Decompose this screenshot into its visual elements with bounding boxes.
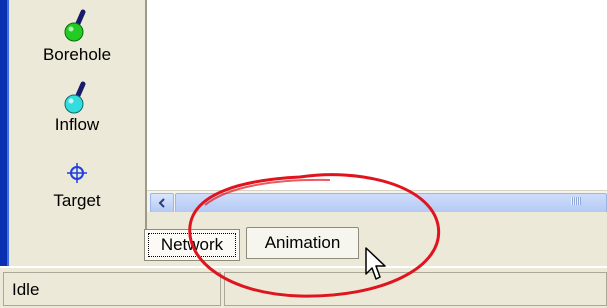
target-crosshair-icon [67,163,87,183]
inflow-pin-icon [64,81,86,114]
selection-edge [0,0,7,266]
palette-item-inflow[interactable]: Inflow [9,78,145,135]
tab-label: Network [160,235,224,254]
borehole-pin-icon [64,9,86,42]
tab-animation[interactable]: Animation [246,227,359,259]
status-panel-main: Idle [3,272,221,306]
network-canvas[interactable] [147,0,607,190]
tab-label: Animation [264,233,341,252]
chevron-left-icon [158,198,165,208]
status-text: Idle [12,280,40,299]
palette-item-label: Inflow [54,115,100,134]
scroll-left-button[interactable] [150,193,174,213]
tab-network[interactable]: Network [144,229,240,261]
palette-item-label: Target [53,191,101,210]
object-palette: Borehole Inflow Target [9,0,145,266]
palette-item-target[interactable]: Target [9,162,145,211]
scroll-thumb[interactable] [175,193,607,213]
palette-item-label: Borehole [42,45,112,64]
status-bar: Idle [0,266,607,308]
palette-item-borehole[interactable]: Borehole [9,6,145,65]
horizontal-scrollbar[interactable] [147,190,607,213]
mouse-pointer-icon [365,247,386,280]
status-panel-secondary [224,272,607,306]
scroll-grip-icon [571,197,581,205]
